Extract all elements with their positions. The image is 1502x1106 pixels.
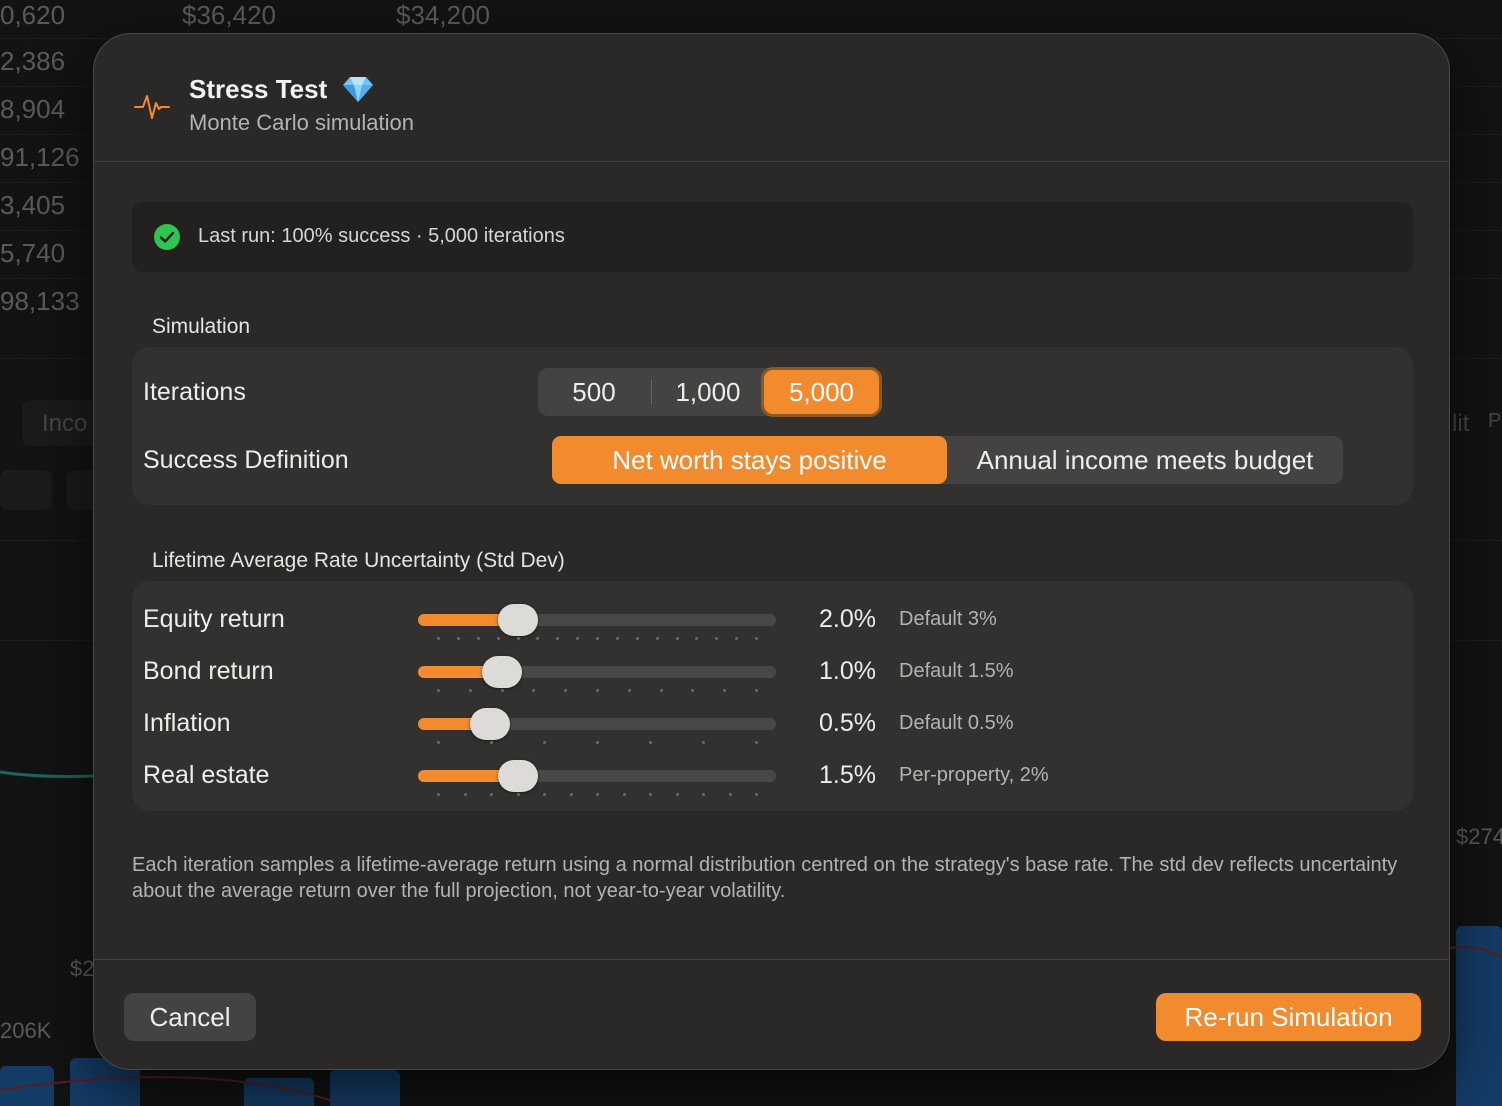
slider-hint: Per-property, 2% (899, 764, 1049, 786)
slider-tick (496, 637, 500, 640)
slider-thumb[interactable] (469, 708, 510, 740)
slider-tick (500, 689, 504, 692)
slider-tick (702, 741, 705, 744)
slider-tick (596, 637, 599, 640)
slider-label: Inflation (143, 709, 231, 737)
slider-tick (556, 637, 560, 640)
iterations-segmented-control: 500 1,000 5,000 (538, 368, 881, 416)
slider-tick (627, 689, 631, 692)
slider-tick (649, 793, 652, 796)
iterations-option-500[interactable]: 500 (538, 368, 650, 416)
slider-tick (490, 793, 493, 796)
iterations-label: Iterations (143, 378, 246, 406)
success-option-annual-income[interactable]: Annual income meets budget (947, 436, 1343, 484)
slider-tick (755, 689, 758, 692)
slider-tick (532, 689, 536, 692)
equity-return-slider[interactable] (418, 604, 776, 640)
waveform-icon (134, 95, 170, 119)
iterations-option-1000[interactable]: 1,000 (652, 368, 764, 416)
slider-tick (596, 793, 599, 796)
slider-tick (675, 793, 679, 796)
slider-value: 1.0% (819, 657, 876, 685)
slider-tick (695, 637, 699, 640)
simulation-section-label: Simulation (152, 315, 251, 338)
uncertainty-section-label: Lifetime Average Rate Uncertainty (Std D… (152, 549, 565, 572)
slider-tick (702, 793, 705, 796)
slider-tick (735, 637, 739, 640)
status-text: Last run: 100% success · 5,000 iteration… (198, 225, 565, 247)
slider-thumb[interactable] (482, 656, 523, 688)
dialog-subtitle: Monte Carlo simulation (189, 110, 414, 135)
success-option-net-worth[interactable]: Net worth stays positive (552, 436, 947, 484)
inflation-slider[interactable] (418, 708, 776, 744)
slider-tick (569, 793, 573, 796)
stress-test-dialog: Stress Test Monte Carlo simulation Last … (93, 33, 1450, 1070)
slider-tick (490, 741, 493, 744)
slider-label: Equity return (143, 605, 285, 633)
slider-hint: Default 0.5% (899, 712, 1014, 734)
slider-tick (456, 637, 460, 640)
checkmark-circle-icon (154, 224, 180, 250)
dialog-header: Stress Test Monte Carlo simulation (94, 34, 1449, 162)
slider-label: Real estate (143, 761, 270, 789)
success-definition-segmented-control: Net worth stays positive Annual income m… (552, 436, 1343, 484)
iterations-option-5000[interactable]: 5,000 (764, 370, 879, 414)
slider-tick (516, 637, 520, 640)
slider-tick (659, 689, 663, 692)
slider-tick (728, 793, 732, 796)
slider-tick (576, 637, 580, 640)
slider-thumb[interactable] (498, 760, 539, 792)
dialog-title: Stress Test (189, 74, 328, 104)
slider-tick (755, 793, 758, 796)
slider-value: 1.5% (819, 761, 876, 789)
slider-tick (723, 689, 727, 692)
slider-tick (675, 637, 679, 640)
slider-tick (691, 689, 695, 692)
explanation-note: Each iteration samples a lifetime-averag… (132, 854, 1398, 902)
slider-value: 0.5% (819, 709, 876, 737)
slider-tick (649, 741, 652, 744)
bond-return-slider[interactable] (418, 656, 776, 692)
slider-label: Bond return (143, 657, 274, 685)
slider-tick (437, 689, 440, 692)
real-estate-slider[interactable] (418, 760, 776, 796)
slider-tick (615, 637, 619, 640)
diamond-icon (343, 77, 373, 102)
success-definition-label: Success Definition (143, 446, 349, 474)
cancel-button[interactable]: Cancel (124, 993, 256, 1041)
slider-tick (437, 793, 440, 796)
slider-tick (596, 741, 599, 744)
last-run-status: Last run: 100% success · 5,000 iteration… (132, 202, 1413, 272)
slider-tick (437, 637, 440, 640)
slider-tick (564, 689, 568, 692)
slider-tick (755, 637, 758, 640)
slider-tick (536, 637, 540, 640)
slider-tick (755, 741, 758, 744)
slider-tick (543, 741, 546, 744)
slider-value: 2.0% (819, 605, 876, 633)
uncertainty-card: Equity return 2.0% Default 3% Bond retur… (132, 581, 1413, 811)
slider-tick (596, 689, 599, 692)
slider-tick (622, 793, 626, 796)
slider-thumb[interactable] (498, 604, 539, 636)
footer-divider (94, 959, 1449, 960)
slider-tick (476, 637, 480, 640)
slider-tick (655, 637, 659, 640)
slider-tick (437, 741, 440, 744)
slider-tick (635, 637, 639, 640)
slider-tick (516, 793, 520, 796)
rerun-simulation-button[interactable]: Re-run Simulation (1156, 993, 1421, 1041)
simulation-card: Iterations 500 1,000 5,000 Success Defin… (132, 347, 1413, 505)
slider-tick (543, 793, 546, 796)
slider-tick (463, 793, 467, 796)
slider-tick (468, 689, 472, 692)
slider-tick (715, 637, 719, 640)
slider-hint: Default 1.5% (899, 660, 1014, 682)
slider-hint: Default 3% (899, 608, 997, 630)
